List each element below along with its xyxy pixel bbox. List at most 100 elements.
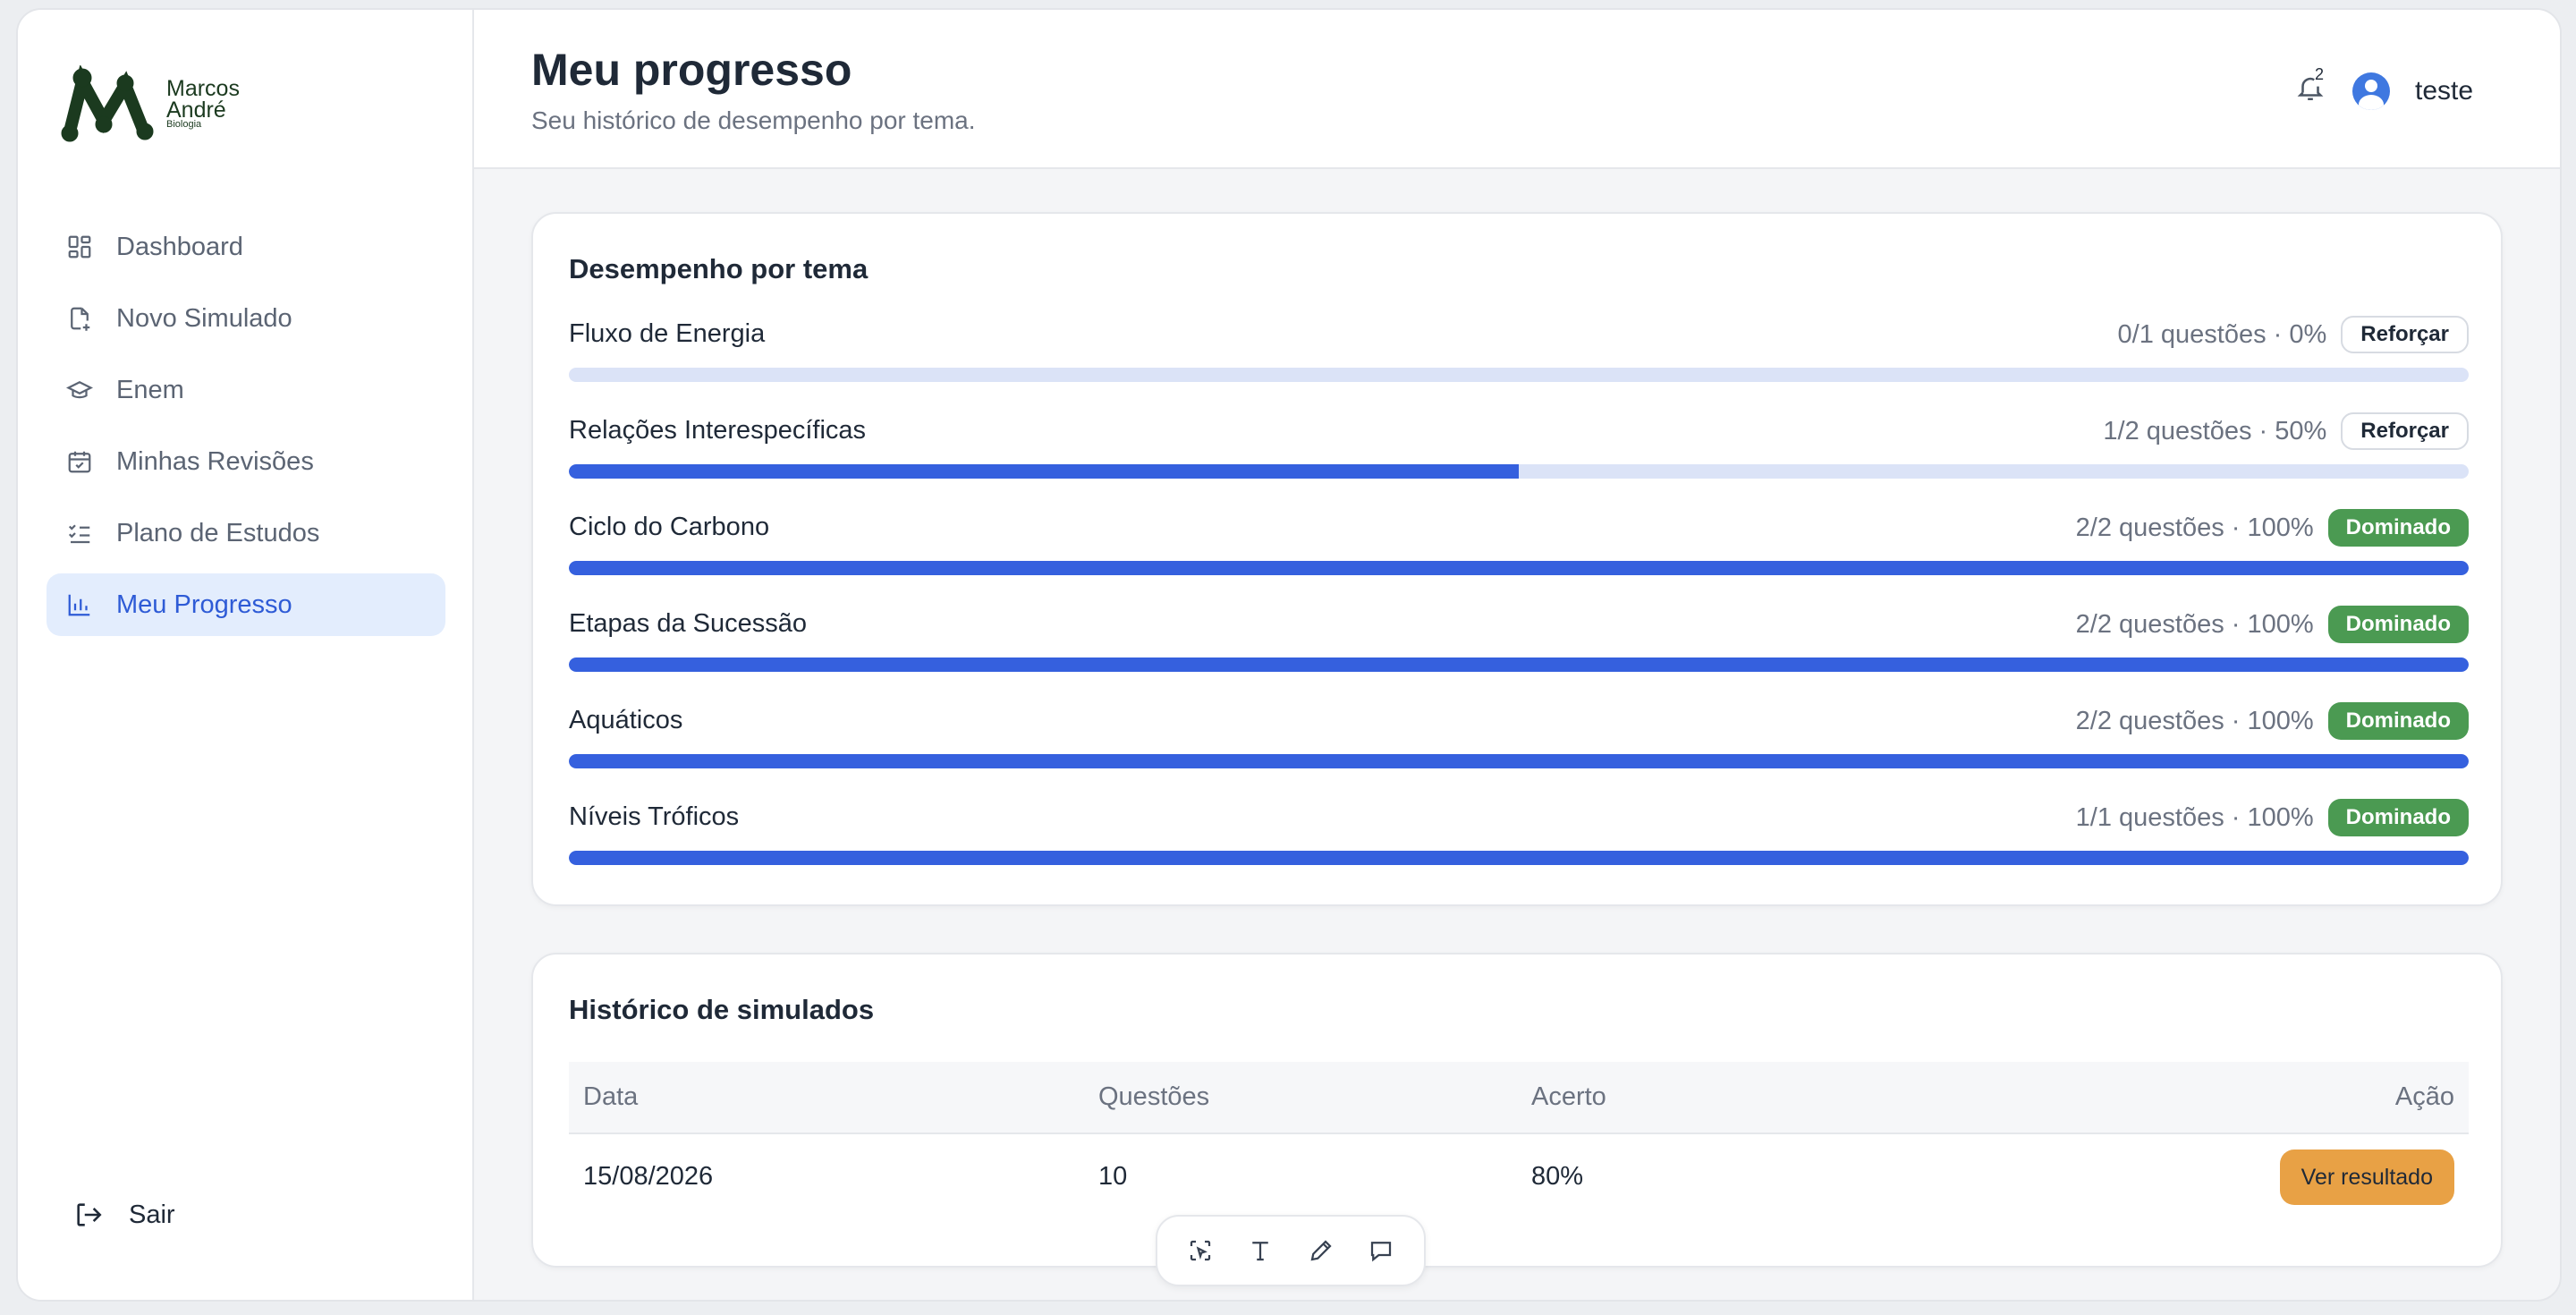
progress-bar [569,754,2469,768]
user-name: teste [2415,76,2474,106]
sidebar-item-novo-simulado[interactable]: Novo Simulado [47,287,445,350]
performance-title: Desempenho por tema [569,253,869,284]
sidebar-item-minhas-revisoes[interactable]: Minhas Revisões [47,430,445,493]
topic-row: Fluxo de Energia 0/1 questões · 0% Reforça… [569,316,2469,387]
sidebar-nav: Dashboard Novo Simulado Enem Minhas Revi… [47,216,445,645]
progress-bar-fill [569,464,1519,479]
cell-score: 80% [1531,1162,1584,1191]
progress-bar [569,368,2469,382]
topic-name: Etapas da Sucessão [569,609,808,638]
progress-bar-fill [569,754,2469,768]
pencil-icon [1310,1240,1332,1261]
topic-summary: 1/1 questões · 100% Dominado [2076,799,2469,836]
progress-bar [569,561,2469,575]
brand-logo[interactable]: Marcos André Biologia [57,65,240,142]
topic-name: Aquáticos [569,706,683,734]
avatar [2352,72,2390,110]
table-row: 15/08/2026 10 80% Ver resultado [569,1133,2469,1219]
progress-bar [569,851,2469,865]
floating-toolbar [1156,1215,1426,1286]
topic-stats: 1/2 questões · 50% [2103,416,2327,445]
topic-name: Fluxo de Energia [569,319,766,348]
view-result-button[interactable]: Ver resultado [2279,1149,2454,1205]
status-badge-dominado: Dominado [2327,509,2469,547]
text-tool[interactable] [1241,1231,1280,1270]
history-card: Histórico de simulados Data Questões Ace… [531,953,2503,1268]
notifications-button[interactable]: 2 [2295,65,2331,108]
app-window: Marcos André Biologia Dashboard Novo Sim… [16,8,2562,1302]
status-badge-dominado: Dominado [2327,606,2469,643]
column-header-date: Data [569,1062,1084,1134]
sidebar-item-label: Dashboard [116,232,243,261]
history-table: Data Questões Acerto Ação 15/08/2026 10 … [569,1062,2469,1219]
topic-summary: 2/2 questões · 100% Dominado [2076,702,2469,740]
user-menu[interactable]: teste [2352,72,2473,110]
topic-stats: 2/2 questões · 100% [2075,706,2314,735]
text-icon [1252,1242,1268,1261]
status-badge-dominado: Dominado [2327,799,2469,836]
brand-name-line2: André [166,98,226,123]
sidebar-item-label: Plano de Estudos [116,518,320,547]
topic-stats: 2/2 questões · 100% [2075,609,2314,639]
topic-summary: 2/2 questões · 100% Dominado [2076,509,2469,547]
topic-summary: 1/2 questões · 50% Reforçar [2103,412,2469,450]
topic-summary: 2/2 questões · 100% Dominado [2076,606,2469,643]
page-subtitle: Seu histórico de desempenho por tema. [531,106,976,134]
topic-name: Ciclo do Carbono [569,513,770,541]
new-file-icon [71,307,90,331]
topic-stats: 0/1 questões · 0% [2117,319,2327,349]
comment-tool[interactable] [1361,1231,1401,1270]
logo-mark-icon [61,65,154,142]
cell-questions: 10 [1098,1162,1128,1191]
reinforce-button[interactable]: Reforçar [2341,412,2469,450]
topic-row: Níveis Tróficos 1/1 questões · 100% Domina… [569,799,2469,870]
sidebar: Marcos André Biologia Dashboard Novo Sim… [18,10,474,1300]
column-header-action: Ação [1807,1062,2469,1134]
sidebar-item-label: Meu Progresso [116,590,292,619]
table-header-row: Data Questões Acerto Ação [569,1062,2469,1134]
reinforce-button[interactable]: Reforçar [2341,316,2469,353]
bar-chart-icon [68,594,90,616]
topic-row: Etapas da Sucessão 2/2 questões · 100% Dom… [569,606,2469,677]
brand-name: Marcos André Biologia [166,76,240,131]
page-title: Meu progresso [531,45,852,95]
logout-icon [77,1203,102,1226]
logout-button[interactable]: Sair [73,1200,175,1230]
sidebar-item-label: Novo Simulado [116,303,292,333]
column-header-score: Acerto [1517,1062,1808,1134]
sidebar-item-meu-progresso[interactable]: Meu Progresso [47,573,445,636]
brand-name-line1: Marcos [166,76,240,101]
progress-bar-fill [569,561,2469,575]
topic-row: Relações Interespecíficas 1/2 questões · … [569,412,2469,484]
logout-label: Sair [129,1200,175,1229]
sidebar-item-dashboard[interactable]: Dashboard [47,216,445,278]
progress-bar-fill [569,658,2469,672]
main-content: Meu progresso Seu histórico de desempenh… [474,10,2560,1300]
topic-summary: 0/1 questões · 0% Reforçar [2118,316,2469,353]
checklist-icon [68,524,90,544]
sidebar-item-label: Minhas Revisões [116,446,314,476]
comment-icon [1371,1242,1392,1262]
cell-action: Ver resultado [1808,1133,2469,1219]
select-area-tool[interactable] [1181,1231,1220,1270]
history-title: Histórico de simulados [569,994,875,1025]
status-badge-dominado: Dominado [2327,702,2469,740]
dashboard-icon [68,235,91,259]
column-header-questions: Questões [1084,1062,1517,1134]
sidebar-item-enem[interactable]: Enem [47,359,445,421]
progress-bar-fill [569,851,2469,865]
graduation-cap-icon [66,380,93,399]
topic-row: Aquáticos 2/2 questões · 100% Dominado [569,702,2469,774]
topic-name: Relações Interespecíficas [569,416,867,445]
select-area-icon [1190,1240,1210,1261]
progress-bar [569,464,2469,479]
calendar-check-icon [68,451,91,473]
progress-bar [569,658,2469,672]
top-bar: Meu progresso Seu histórico de desempenh… [474,10,2560,169]
topic-stats: 1/1 questões · 100% [2075,802,2314,832]
pencil-tool[interactable] [1301,1231,1341,1270]
topic-name: Níveis Tróficos [569,802,740,831]
notification-count: 2 [2315,65,2325,83]
sidebar-item-plano-de-estudos[interactable]: Plano de Estudos [47,502,445,564]
sidebar-item-label: Enem [116,375,184,404]
